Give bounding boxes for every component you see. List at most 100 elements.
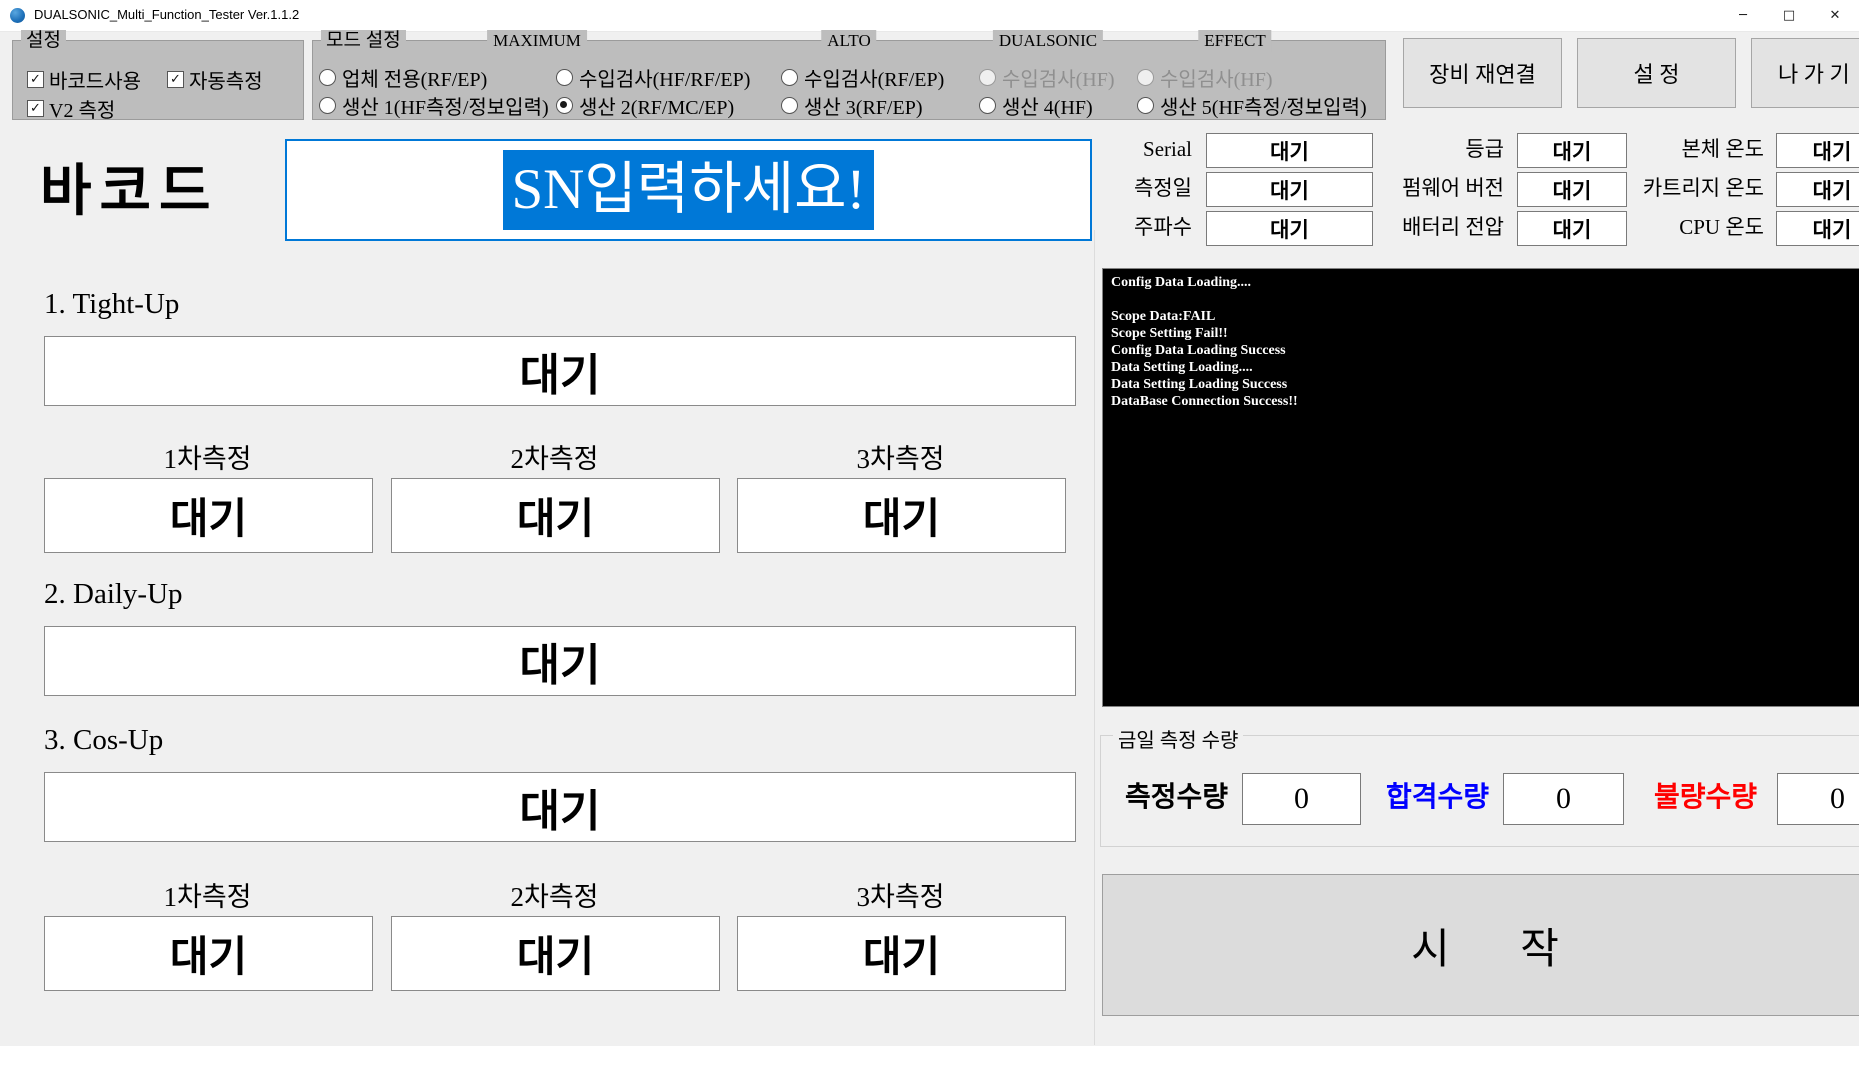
checkbox-v2-measure[interactable]: ✓ V2 측정 <box>27 94 115 123</box>
status-value-serial: 대기 <box>1206 133 1373 168</box>
checkbox-icon[interactable]: ✓ <box>167 71 184 88</box>
app-window: DUALSONIC_Multi_Function_Tester Ver.1.1.… <box>0 0 1859 1080</box>
barcode-input-selected-text: SN입력하세요! <box>503 150 873 230</box>
radio-label: 생산 3(RF/EP) <box>804 91 922 120</box>
measure-2b-status-box: 대기 <box>391 916 720 991</box>
radio-vendor-only[interactable]: 업체 전용(RF/EP) <box>319 63 487 92</box>
fail-count-label: 불량수량 <box>1654 773 1757 823</box>
sub-label-measure-1: 1차측정 <box>44 437 371 476</box>
settings-group: 설정 ✓ 바코드사용 ✓ 자동측정 ✓ V2 측정 <box>12 40 304 120</box>
console-line: Config Data Loading Success <box>1111 342 1859 359</box>
column-header-effect: EFFECT <box>1198 30 1271 52</box>
radio-icon[interactable] <box>556 69 573 86</box>
sub-label-measure-3b: 3차측정 <box>737 875 1064 914</box>
status-value-measure-date: 대기 <box>1206 172 1373 207</box>
measured-count-label: 측정수량 <box>1125 773 1228 823</box>
mode-group-title: 모드 설정 <box>321 30 406 52</box>
maximize-button[interactable]: □ <box>1766 0 1812 31</box>
radio-icon[interactable] <box>319 97 336 114</box>
measure-1b-status-box: 대기 <box>44 916 373 991</box>
settings-button[interactable]: 설 정 <box>1577 38 1736 108</box>
radio-production-3[interactable]: 생산 3(RF/EP) <box>781 91 922 120</box>
barcode-label: 바코드 <box>40 160 219 224</box>
radio-icon[interactable] <box>781 69 798 86</box>
radio-label: 생산 2(RF/MC/EP) <box>579 91 734 120</box>
minimize-button[interactable]: ─ <box>1720 0 1766 31</box>
radio-label: 업체 전용(RF/EP) <box>342 63 487 92</box>
checkbox-label: V2 측정 <box>49 94 115 123</box>
checkbox-icon[interactable]: ✓ <box>27 71 44 88</box>
radio-production-4[interactable]: 생산 4(HF) <box>979 91 1093 120</box>
status-value-body-temp: 대기 <box>1776 133 1859 168</box>
checkbox-icon[interactable]: ✓ <box>27 100 44 117</box>
cos-up-status-box: 대기 <box>44 772 1076 842</box>
reconnect-device-button[interactable]: 장비 재연결 <box>1403 38 1562 108</box>
section-title-tight-up: 1. Tight-Up <box>44 288 179 321</box>
status-value-frequency: 대기 <box>1206 211 1373 246</box>
daily-up-status-box: 대기 <box>44 626 1076 696</box>
exit-button[interactable]: 나 가 기 <box>1751 38 1859 108</box>
radio-icon[interactable] <box>979 97 996 114</box>
checkbox-label: 바코드사용 <box>49 65 141 94</box>
fail-count-value: 0 <box>1777 773 1859 825</box>
start-button[interactable]: 시 작 <box>1102 874 1859 1016</box>
radio-label: 수입검사(HF) <box>1002 63 1115 92</box>
pass-count-label: 합격수량 <box>1386 773 1489 823</box>
radio-production-1[interactable]: 생산 1(HF측정/정보입력) <box>319 91 549 120</box>
column-header-dualsonic: DUALSONIC <box>993 30 1103 52</box>
console-line: DataBase Connection Success!! <box>1111 393 1859 410</box>
radio-label: 생산 5(HF측정/정보입력) <box>1160 91 1367 120</box>
window-title: DUALSONIC_Multi_Function_Tester Ver.1.1.… <box>34 7 299 22</box>
radio-icon <box>1137 69 1154 86</box>
status-label-serial: Serial <box>1092 133 1192 166</box>
radio-incoming-rf-ep[interactable]: 수입검사(RF/EP) <box>781 63 944 92</box>
measure-3-status-box: 대기 <box>737 478 1066 553</box>
sub-label-measure-2b: 2차측정 <box>391 875 718 914</box>
radio-icon[interactable] <box>781 97 798 114</box>
mode-group: 모드 설정 MAXIMUM ALTO DUALSONIC EFFECT 업체 전… <box>312 40 1386 120</box>
measure-2-status-box: 대기 <box>391 478 720 553</box>
status-label-battery-voltage: 배터리 전압 <box>1354 211 1504 244</box>
sub-label-measure-2: 2차측정 <box>391 437 718 476</box>
status-value-cartridge-temp: 대기 <box>1776 172 1859 207</box>
checkbox-label: 자동측정 <box>189 65 263 94</box>
pass-count-value: 0 <box>1503 773 1624 825</box>
radio-label: 수입검사(HF/RF/EP) <box>579 63 750 92</box>
status-label-firmware-version: 펌웨어 버전 <box>1354 172 1504 205</box>
status-label-measure-date: 측정일 <box>1092 172 1192 205</box>
title-bar: DUALSONIC_Multi_Function_Tester Ver.1.1.… <box>0 0 1859 32</box>
console-line <box>1111 291 1859 308</box>
checkbox-barcode-use[interactable]: ✓ 바코드사용 <box>27 65 141 94</box>
console-line: Config Data Loading.... <box>1111 274 1859 291</box>
measured-count-value: 0 <box>1242 773 1361 825</box>
section-title-cos-up: 3. Cos-Up <box>44 724 163 757</box>
console-line: Scope Setting Fail!! <box>1111 325 1859 342</box>
tight-up-status-box: 대기 <box>44 336 1076 406</box>
status-label-cartridge-temp: 카트리지 온도 <box>1594 172 1764 205</box>
daily-count-title: 금일 측정 수량 <box>1113 724 1243 753</box>
checkbox-auto-measure[interactable]: ✓ 자동측정 <box>167 65 263 94</box>
radio-icon[interactable] <box>1137 97 1154 114</box>
radio-production-2[interactable]: 생산 2(RF/MC/EP) <box>556 91 734 120</box>
radio-incoming-hf-rf-ep[interactable]: 수입검사(HF/RF/EP) <box>556 63 750 92</box>
radio-incoming-hf-effect: 수입검사(HF) <box>1137 63 1273 92</box>
radio-icon-selected[interactable] <box>556 97 573 114</box>
section-title-daily-up: 2. Daily-Up <box>44 578 183 611</box>
sub-label-measure-3: 3차측정 <box>737 437 1064 476</box>
panel-divider <box>1094 230 1095 1045</box>
status-label-body-temp: 본체 온도 <box>1594 133 1764 166</box>
measure-1-status-box: 대기 <box>44 478 373 553</box>
barcode-input[interactable]: SN입력하세요! <box>285 139 1092 241</box>
close-button[interactable]: ✕ <box>1812 0 1858 31</box>
status-value-cpu-temp: 대기 <box>1776 211 1859 246</box>
console-log[interactable]: Config Data Loading.... Scope Data:FAIL … <box>1102 268 1859 707</box>
app-icon <box>10 8 25 23</box>
radio-icon[interactable] <box>319 69 336 86</box>
column-header-alto: ALTO <box>821 30 876 52</box>
settings-group-title: 설정 <box>21 30 66 52</box>
radio-incoming-hf-dualsonic: 수입검사(HF) <box>979 63 1115 92</box>
radio-production-5[interactable]: 생산 5(HF측정/정보입력) <box>1137 91 1367 120</box>
radio-label: 생산 4(HF) <box>1002 91 1093 120</box>
column-header-maximum: MAXIMUM <box>487 30 587 52</box>
radio-label: 수입검사(HF) <box>1160 63 1273 92</box>
